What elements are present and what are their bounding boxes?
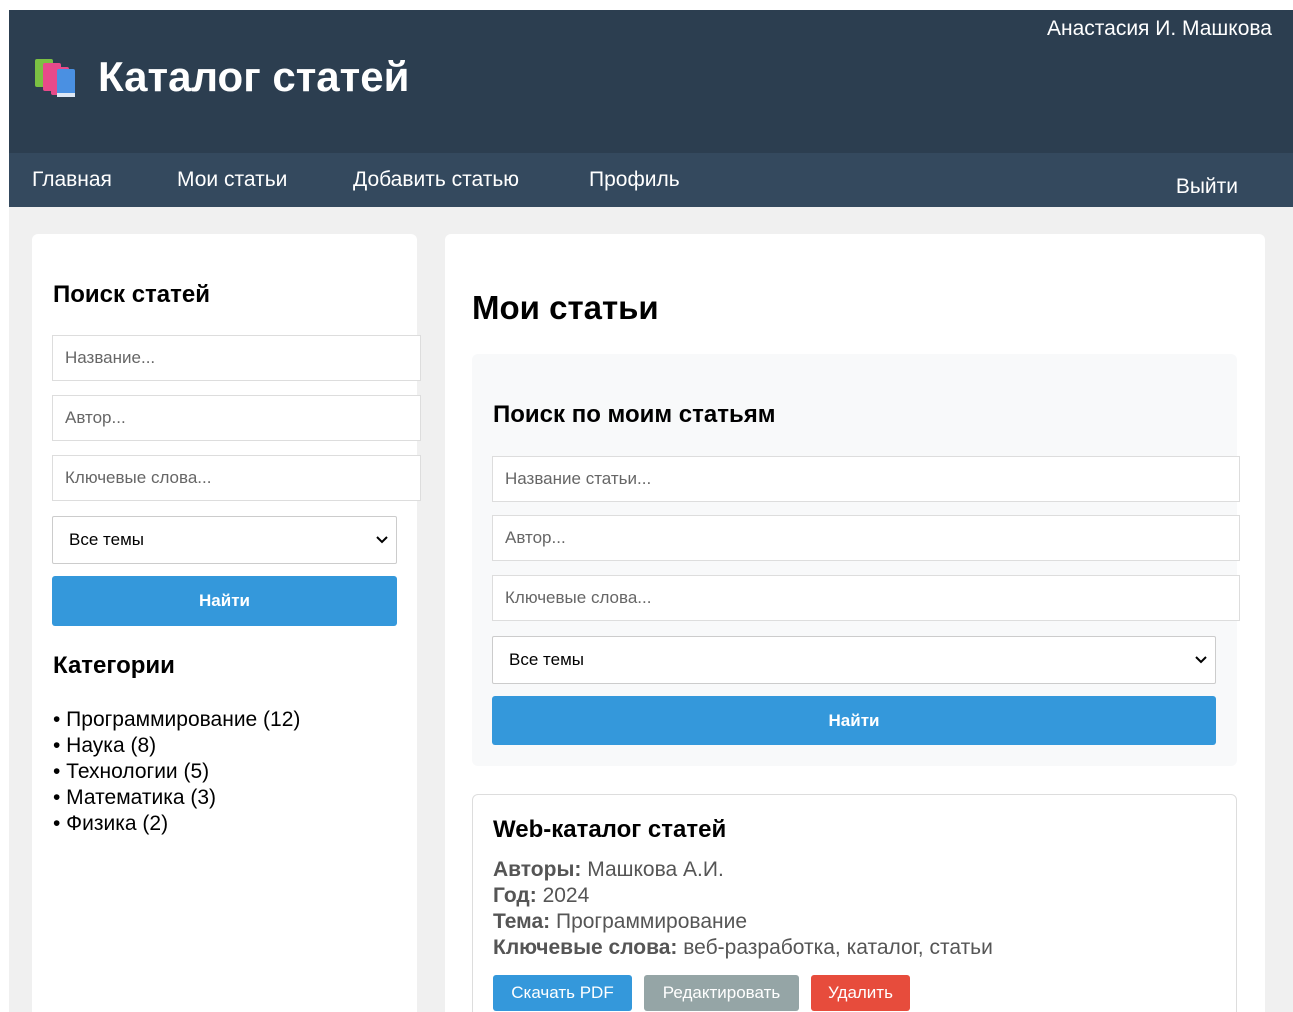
my-search-button[interactable]: Найти <box>492 696 1216 745</box>
nav-item-add-article[interactable]: Добавить статью <box>353 167 519 193</box>
category-item[interactable]: • Программирование (12) <box>53 707 300 733</box>
article-authors-value: Машкова А.И. <box>587 858 724 881</box>
sidebar: Поиск статей Все темы Найти Категории • … <box>32 234 421 1012</box>
article-topic: Тема: Программирование <box>493 909 747 935</box>
books-icon <box>35 59 75 97</box>
article-topic-value: Программирование <box>555 910 748 933</box>
sidebar-keywords-input[interactable] <box>52 455 421 501</box>
article-keywords-value: веб-разработка, каталог, статьи <box>683 936 993 959</box>
my-search-title: Поиск по моим статьям <box>493 401 776 428</box>
category-item[interactable]: • Наука (8) <box>53 733 300 759</box>
categories-list: • Программирование (12) • Наука (8) • Те… <box>53 707 300 837</box>
article-authors: Авторы: Машкова А.И. <box>493 857 724 883</box>
my-search-title-input[interactable] <box>492 456 1240 502</box>
page: Каталог статей Анастасия И. Машкова Глав… <box>9 10 1293 1012</box>
my-search-topic-select[interactable]: Все темы <box>492 636 1216 684</box>
user-name: Анастасия И. Машкова <box>1046 17 1272 40</box>
main-nav: Главная Мои статьи Добавить статью Профи… <box>9 153 1293 207</box>
page-title: Мои статьи <box>472 289 659 326</box>
my-search-topic-select-value: Все темы <box>509 650 584 669</box>
sidebar-title-input[interactable] <box>52 335 421 381</box>
nav-item-profile[interactable]: Профиль <box>589 167 680 193</box>
edit-button[interactable]: Редактировать <box>644 975 799 1011</box>
site-title: Каталог статей <box>98 53 410 100</box>
sidebar-topic-select[interactable]: Все темы <box>52 516 397 564</box>
sidebar-topic-select-value: Все темы <box>69 530 144 549</box>
sidebar-search-title: Поиск статей <box>53 281 210 308</box>
article-year: Год: 2024 <box>493 883 589 909</box>
my-search-author-input[interactable] <box>492 515 1240 561</box>
delete-button[interactable]: Удалить <box>811 975 910 1011</box>
article-topic-label: Тема: <box>493 910 551 933</box>
article-year-value: 2024 <box>542 884 590 907</box>
sidebar-search-button[interactable]: Найти <box>52 576 397 626</box>
sidebar-author-input[interactable] <box>52 395 421 441</box>
my-search-keywords-input[interactable] <box>492 575 1240 621</box>
nav-item-home[interactable]: Главная <box>32 167 112 193</box>
article-title[interactable]: Web-каталог статей <box>493 815 726 845</box>
my-articles-search-panel: Поиск по моим статьям Все темы Найти <box>472 354 1240 766</box>
article-card: Web-каталог статей Авторы: Машкова А.И. … <box>472 794 1237 1012</box>
category-item[interactable]: • Физика (2) <box>53 811 300 837</box>
main-content: Мои статьи Поиск по моим статьям Все тем… <box>445 234 1265 1012</box>
article-year-label: Год: <box>493 884 537 907</box>
site-header: Каталог статей Анастасия И. Машкова <box>9 10 1293 153</box>
category-item[interactable]: • Математика (3) <box>53 785 300 811</box>
category-item[interactable]: • Технологии (5) <box>53 759 300 785</box>
chevron-down-icon <box>376 536 388 544</box>
article-authors-label: Авторы: <box>493 858 582 881</box>
article-keywords: Ключевые слова: веб-разработка, каталог,… <box>493 935 993 961</box>
article-keywords-label: Ключевые слова: <box>493 936 678 959</box>
download-pdf-button[interactable]: Скачать PDF <box>493 975 632 1011</box>
chevron-down-icon <box>1195 656 1207 664</box>
categories-title: Категории <box>53 652 175 679</box>
nav-item-my-articles[interactable]: Мои статьи <box>177 167 287 193</box>
logout-link[interactable]: Выйти <box>1176 174 1238 200</box>
